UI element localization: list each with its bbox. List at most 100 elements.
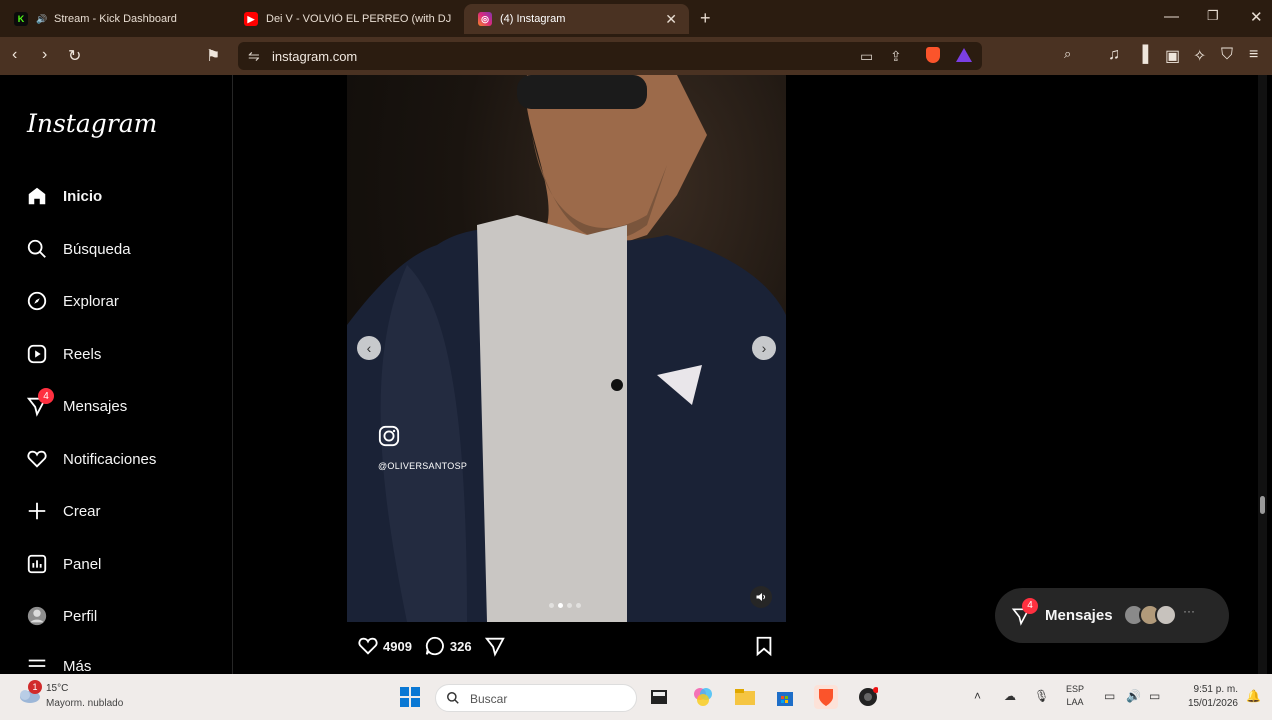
restore-button[interactable]: ❐ [1207,8,1219,24]
bookmark-icon[interactable]: ⚑ [206,46,220,66]
copilot-icon[interactable] [691,685,715,709]
close-window-button[interactable]: ✕ [1250,8,1263,26]
sidebar-item-label: Reels [63,345,102,363]
address-bar[interactable]: ⇋ instagram.com ▭ ⇪ [238,42,982,70]
temperature[interactable]: 15°C [46,683,68,694]
save-bookmark-icon[interactable] [753,635,775,657]
microsoft-store-icon[interactable] [773,685,797,709]
sidebar-item-perfil[interactable]: Perfil [25,601,97,631]
sidebar-item-label: Inicio [63,187,103,205]
share-icon[interactable]: ⇪ [890,48,902,65]
sidebar-item-crear[interactable]: Crear [25,496,101,526]
onedrive-icon[interactable]: ☁ [1004,689,1016,703]
tab-instagram[interactable]: ◎ (4) Instagram ✕ [464,4,689,34]
page-scrollbar[interactable] [1258,75,1267,674]
vpn-shield-icon[interactable]: ⛉ [1221,46,1233,64]
notification-badge: 4 [38,388,54,404]
brave-shields-icon[interactable] [926,47,940,63]
tab-kick-dashboard[interactable]: K 🔊 Stream - Kick Dashboard [0,4,230,34]
messenger-icon: 4 [25,388,54,418]
cast-icon[interactable]: ▭ [860,48,873,65]
like-heart-icon[interactable] [357,635,379,657]
brave-browser-icon[interactable] [814,685,838,709]
input-language[interactable]: ESP LAA [1066,683,1084,709]
search-icon [447,692,459,704]
carousel-dot-active [558,603,563,608]
sidebar-toggle-icon[interactable]: ▐ [1137,46,1148,64]
scrollbar-thumb[interactable] [1260,496,1265,514]
sidebar-item-label: Panel [63,555,102,573]
tab-search-icon[interactable]: ⌕ [1064,46,1071,62]
sidebar-item-explorar[interactable]: Explorar [25,286,119,316]
music-icon[interactable]: ♫ [1108,46,1120,64]
profile-icon [25,604,49,628]
clock-date: 15/01/2026 [1187,698,1238,709]
microphone-icon[interactable]: 🎙 [1034,689,1049,703]
battery-icon[interactable]: ▭ [1149,689,1160,703]
reels-icon [25,342,49,366]
speaker-icon [756,593,766,601]
url-text[interactable]: instagram.com [272,49,357,64]
sidebar-item-busqueda[interactable]: Búsqueda [25,234,131,264]
task-view-icon[interactable] [647,685,671,709]
instagram-logo[interactable]: Instagram [27,109,157,138]
messenger-icon: 4 [1009,597,1038,628]
language-code: ESP [1066,684,1085,694]
carousel-dot [576,603,581,608]
file-explorer-icon[interactable] [733,685,757,709]
windows-taskbar: 1 15°C Mayorm. nublado Buscar ˄ ☁ 🎙 ESP … [0,674,1272,720]
weather-description[interactable]: Mayorm. nublado [46,698,123,709]
carousel-next-button[interactable]: › [752,336,776,360]
back-button[interactable]: ‹ [12,46,17,64]
site-info-icon[interactable]: ⇋ [248,48,260,65]
tab-title: (4) Instagram [500,13,566,25]
sidebar-item-label: Perfil [63,607,98,625]
obs-studio-icon[interactable] [856,685,880,709]
sidebar-item-mas[interactable]: Más [25,654,91,674]
system-clock[interactable]: 9:51 p. m. 15/01/2026 [1176,683,1238,711]
notification-bell-icon[interactable]: 🔔 [1246,689,1261,703]
sidebar-item-reels[interactable]: Reels [25,339,101,369]
like-count[interactable]: 4909 [383,639,412,654]
tab-youtube-video[interactable]: ▶ Dei V - VOLVIÓ EL PERREO (with DJ L [230,4,460,34]
volume-icon[interactable]: 🔊 [1126,689,1141,703]
sidebar-item-notificaciones[interactable]: Notificaciones [25,444,156,474]
comment-icon[interactable] [424,635,446,657]
sidebar-item-mensajes[interactable]: 4 Mensajes [25,388,128,421]
minimize-button[interactable]: — [1164,8,1179,25]
taskbar-search-input[interactable]: Buscar [435,684,637,712]
search-placeholder: Buscar [470,692,508,706]
sidebar-item-label: Explorar [63,292,119,310]
post-carousel-image[interactable]: ‹ › @OLIVERSANTOSP [347,75,786,622]
forward-button[interactable]: › [42,46,47,64]
leo-ai-icon[interactable]: ✧ [1193,46,1206,66]
search-icon [25,237,49,261]
menu-icon[interactable]: ≡ [1249,46,1258,64]
post-photo [347,75,786,622]
new-tab-button[interactable]: + [700,8,711,29]
windows-start-icon[interactable] [398,685,422,709]
audio-toggle-button[interactable] [750,586,772,608]
post-actions: 4909 326 [357,633,777,659]
plus-icon [25,499,49,523]
sidebar-item-inicio[interactable]: Inicio [25,181,102,211]
reload-button[interactable]: ↻ [68,46,81,66]
sidebar-item-label: Mensajes [63,397,128,415]
sidebar-item-label: Crear [63,502,101,520]
clock-time: 9:51 p. m. [1193,684,1238,695]
display-icon[interactable]: ▭ [1104,689,1115,703]
show-hidden-icons-chevron[interactable]: ˄ [974,689,981,703]
heart-icon [25,447,49,471]
brave-rewards-icon[interactable] [956,48,972,62]
close-tab-icon[interactable]: ✕ [665,11,677,28]
comment-count[interactable]: 326 [450,639,472,654]
watermark-handle: @OLIVERSANTOSP [378,461,468,471]
browser-tab-strip: K 🔊 Stream - Kick Dashboard ▶ Dei V - VO… [0,0,1272,37]
browser-toolbar: ‹ › ↻ ⚑ ⇋ instagram.com ▭ ⇪ ⌕ ♫ ▐ ▣ ✧ ⛉ … [0,37,1272,75]
wallet-icon[interactable]: ▣ [1165,46,1180,66]
share-icon[interactable] [484,635,506,657]
sidebar-item-panel[interactable]: Panel [25,549,101,579]
messages-dock[interactable]: 4 Mensajes ··· [995,588,1229,643]
carousel-prev-button[interactable]: ‹ [357,336,381,360]
audio-playing-icon[interactable]: 🔊 [36,12,48,26]
